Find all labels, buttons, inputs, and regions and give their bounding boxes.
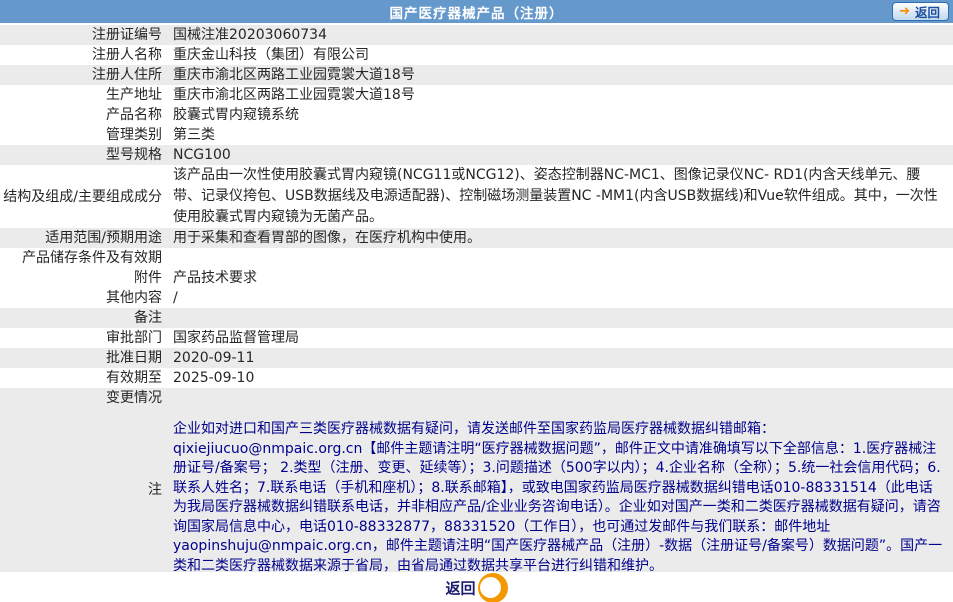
table-row-management-category: 管理类别 第三类 — [0, 125, 953, 145]
row-value: / — [173, 290, 178, 306]
table-row-registrant-name: 注册人名称 重庆金山科技（集团）有限公司 — [0, 45, 953, 65]
back-button-label: 返回 — [914, 5, 940, 20]
row-value-note: 企业如对进口和国产三类医疗器械数据有疑问，请发送邮件至国家药监局医疗器械数据纠错… — [173, 421, 943, 574]
table-row-intended-use: 适用范围/预期用途 用于采集和查看胃部的图像，在医疗机构中使用。 — [0, 228, 953, 248]
footer: 返回 — [0, 572, 953, 602]
table-row-note: 注 企业如对进口和国产三类医疗器械数据有疑问，请发送邮件至国家药监局医疗器械数据… — [0, 408, 953, 574]
row-value: NCG100 — [173, 147, 231, 163]
back-button-bottom[interactable]: 返回 — [446, 573, 508, 602]
detail-table: 注册证编号 国械注准20203060734 注册人名称 重庆金山科技（集团）有限… — [0, 25, 953, 574]
row-value: 重庆市渝北区两路工业园霓裳大道18号 — [173, 87, 415, 103]
row-value: 2020-09-11 — [173, 350, 255, 366]
row-value: 2025-09-10 — [173, 370, 255, 386]
table-row-change-status: 变更情况 — [0, 388, 953, 408]
orange-circle-icon — [477, 573, 508, 602]
table-row-other-content: 其他内容 / — [0, 288, 953, 308]
row-label: 批准日期 — [106, 350, 162, 366]
row-value: 产品技术要求 — [173, 270, 257, 286]
row-label: 有效期至 — [106, 370, 162, 386]
row-label: 适用范围/预期用途 — [45, 230, 162, 246]
back-button-top[interactable]: ➜ 返回 — [892, 2, 949, 21]
row-label: 生产地址 — [106, 87, 162, 103]
row-value: 国家药品监督管理局 — [173, 330, 299, 346]
table-row-product-name: 产品名称 胶囊式胃内窥镜系统 — [0, 105, 953, 125]
table-row-approval-date: 批准日期 2020-09-11 — [0, 348, 953, 368]
page-title: 国产医疗器械产品（注册） — [389, 5, 564, 22]
row-label: 管理类别 — [106, 127, 162, 143]
back-button-bottom-label: 返回 — [445, 579, 476, 598]
row-label: 其他内容 — [106, 290, 162, 306]
table-row-attachment: 附件 产品技术要求 — [0, 268, 953, 288]
row-label: 注册证编号 — [92, 27, 162, 43]
row-value: 该产品由一次性使用胶囊式胃内窥镜(NCG11或NCG12)、姿态控制器NC-MC… — [173, 167, 938, 225]
row-value: 胶囊式胃内窥镜系统 — [173, 107, 299, 123]
row-label: 变更情况 — [106, 390, 162, 406]
page-header: 国产医疗器械产品（注册） ➜ 返回 — [0, 0, 953, 23]
row-label: 注册人住所 — [92, 67, 162, 83]
row-label: 产品名称 — [106, 107, 162, 123]
row-value: 第三类 — [173, 127, 215, 143]
arrow-right-icon: ➜ — [899, 4, 910, 19]
row-label: 备注 — [134, 310, 162, 326]
row-label: 附件 — [134, 270, 162, 286]
row-label: 注 — [148, 482, 162, 498]
row-value: 国械注准20203060734 — [173, 27, 327, 43]
table-row-registrant-address: 注册人住所 重庆市渝北区两路工业园霓裳大道18号 — [0, 65, 953, 85]
row-value: 重庆金山科技（集团）有限公司 — [173, 47, 369, 63]
table-row-valid-until: 有效期至 2025-09-10 — [0, 368, 953, 388]
row-value: 用于采集和查看胃部的图像，在医疗机构中使用。 — [173, 230, 481, 246]
table-row-model-spec: 型号规格 NCG100 — [0, 145, 953, 165]
row-label: 结构及组成/主要组成成分 — [3, 188, 162, 205]
table-row-structure-composition: 结构及组成/主要组成成分 该产品由一次性使用胶囊式胃内窥镜(NCG11或NCG1… — [0, 165, 953, 228]
row-label: 注册人名称 — [92, 47, 162, 63]
table-row-approval-department: 审批部门 国家药品监督管理局 — [0, 328, 953, 348]
table-row-production-address: 生产地址 重庆市渝北区两路工业园霓裳大道18号 — [0, 85, 953, 105]
table-row-storage-conditions: 产品储存条件及有效期 — [0, 248, 953, 268]
row-label: 型号规格 — [106, 147, 162, 163]
table-row-remarks: 备注 — [0, 308, 953, 328]
row-label: 产品储存条件及有效期 — [22, 250, 162, 266]
row-value: 重庆市渝北区两路工业园霓裳大道18号 — [173, 67, 415, 83]
table-row-registration-number: 注册证编号 国械注准20203060734 — [0, 25, 953, 45]
row-label: 审批部门 — [106, 330, 162, 346]
